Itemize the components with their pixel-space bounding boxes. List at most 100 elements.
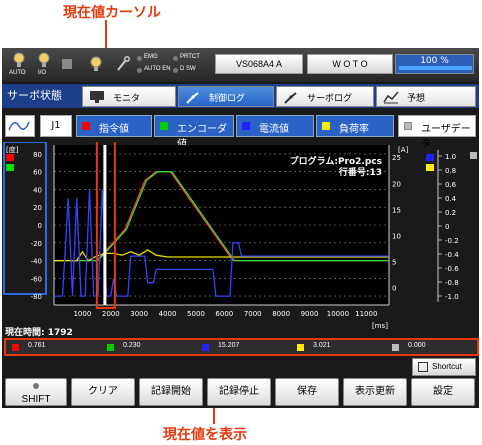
stop-square-icon xyxy=(62,59,72,69)
plot-frame xyxy=(3,142,477,306)
right-tick-label: 0 xyxy=(445,223,449,231)
value-swatch xyxy=(297,344,304,351)
record-stop-button[interactable]: 記録停止 xyxy=(207,378,271,406)
series-swatch xyxy=(322,122,330,130)
page-title: サーボ状態 xyxy=(7,90,62,102)
value-swatch xyxy=(12,344,19,351)
right-tick-label: 0.6 xyxy=(445,181,457,189)
x-tick-label: 7000 xyxy=(244,310,262,318)
x-tick-label: 10000 xyxy=(327,310,349,318)
robot-model-box[interactable]: VS068A4 A xyxy=(215,54,303,74)
left-tick-label: 80 xyxy=(33,151,42,159)
log-chart[interactable]: 80 60 40 20 0 -20 -40 -60 -80 25 20 15 10 5 0 1.0 0.8 0… xyxy=(2,142,479,334)
annotation-cursor: 現在値カーソル xyxy=(63,5,161,21)
auto-en-led xyxy=(137,68,142,73)
shift-button[interactable]: SHIFT xyxy=(5,378,67,406)
program-annotation: プログラム:Pro2.pcs xyxy=(290,155,382,167)
x-tick-label: 9000 xyxy=(301,310,319,318)
right-tick-label: 0.2 xyxy=(445,209,456,217)
x-tick-label: 1000 xyxy=(73,310,91,318)
current-values-row: 0.761 0.230 15.207 3.021 0.000 xyxy=(4,338,479,356)
left-axis: 80 60 40 20 0 -20 -40 -60 -80 xyxy=(31,151,42,301)
mid-tick-label: 20 xyxy=(392,180,401,188)
right-tick-label: -0.6 xyxy=(445,265,459,273)
monitor-icon xyxy=(90,91,104,103)
right-tick-label: -1.0 xyxy=(445,293,459,301)
waveform-icon xyxy=(8,121,30,131)
value-swatch xyxy=(202,344,209,351)
left-tick-label: -80 xyxy=(31,293,42,301)
series-command[interactable]: 指令値 xyxy=(76,115,152,137)
right-unit-label: [A] xyxy=(398,146,409,154)
series-current[interactable]: 電流値 xyxy=(236,115,314,137)
mid-tick-label: 5 xyxy=(392,259,396,267)
io-lamp-icon xyxy=(38,52,50,67)
right-tick-label: 0.4 xyxy=(445,195,457,203)
mid-tick-label: 25 xyxy=(392,154,401,162)
x-axis: 1000 2000 3000 4000 5000 6000 7000 8000 9000 1000… xyxy=(73,310,377,318)
right-tick-label: 0.8 xyxy=(445,167,456,175)
right-tick-label: 1.0 xyxy=(445,153,456,161)
left-tick-label: 20 xyxy=(33,204,42,212)
lamp-icon xyxy=(90,56,102,71)
value-command: 0.761 xyxy=(8,342,103,354)
refresh-display-button[interactable]: 表示更新 xyxy=(343,378,407,406)
x-tick-label: 5000 xyxy=(187,310,205,318)
series-swatch xyxy=(242,122,250,130)
shortcut-icon xyxy=(418,362,428,372)
series-load[interactable]: 負荷率 xyxy=(316,115,394,137)
emg-label: EMG xyxy=(144,54,158,60)
tab-servo-log[interactable]: サーボログ xyxy=(276,86,374,107)
graph-toggle-button[interactable] xyxy=(5,115,35,137)
auto-en-label: AUTO EN xyxy=(144,66,171,72)
x-tick-label: 8000 xyxy=(272,310,290,318)
save-button[interactable]: 保存 xyxy=(275,378,339,406)
series-user-data[interactable]: ユーザデータ xyxy=(398,115,476,150)
current-time-label: 現在時間: 1792 xyxy=(5,328,73,338)
joint-select-button[interactable]: J1 xyxy=(40,115,72,137)
x-tick-label: 6000 xyxy=(215,310,233,318)
trend-chart-icon xyxy=(383,91,399,104)
x-tick-label: 4000 xyxy=(159,310,177,318)
robot-arm-icon xyxy=(284,92,297,104)
speed-percent-text: 100 % xyxy=(420,56,449,66)
mid-tick-label: 0 xyxy=(392,285,396,293)
tab-row: サーボ状態 モニタ 制御ログ サーボログ 予想 xyxy=(2,84,479,108)
shortcut-button[interactable]: Shortcut xyxy=(412,358,476,376)
auto-label: AUTO xyxy=(9,70,26,76)
clear-button[interactable]: クリア xyxy=(71,378,135,406)
tab-monitor[interactable]: モニタ xyxy=(82,86,176,107)
value-swatch xyxy=(392,344,399,351)
record-start-button[interactable]: 記録開始 xyxy=(139,378,203,406)
pendant-screen: AUTO I/O EMG PRTCT AUTO EN D SW VS068A4 … xyxy=(2,48,479,408)
x-tick-label: 2000 xyxy=(102,310,120,318)
speed-percent-box[interactable]: 100 % xyxy=(395,54,474,74)
left-tick-label: -60 xyxy=(31,275,42,283)
mid-tick-label: 10 xyxy=(392,232,401,240)
mid-tick-label: 15 xyxy=(392,206,401,214)
tab-forecast[interactable]: 予想 xyxy=(376,86,476,107)
speed-percent-bar xyxy=(399,66,472,70)
series-encoder[interactable]: エンコーダ値 xyxy=(154,115,234,150)
x-tick-label: 11000 xyxy=(355,310,377,318)
wrench-icon xyxy=(117,56,130,71)
value-user-data: 0.000 xyxy=(388,342,482,354)
settings-button[interactable]: 設定 xyxy=(411,378,475,406)
series-swatch xyxy=(82,122,90,130)
robot-arm-icon xyxy=(186,92,199,104)
left-tick-label: -20 xyxy=(31,240,42,248)
tab-control-log[interactable]: 制御ログ xyxy=(178,86,274,107)
middle-axis: 25 20 15 10 5 0 xyxy=(392,154,401,292)
left-tick-label: 40 xyxy=(33,186,42,194)
current-time-row: 現在時間: 1792 xyxy=(2,325,479,338)
prtct-led xyxy=(173,56,178,61)
program-box[interactable]: W O T O xyxy=(307,54,393,74)
left-tick-label: -40 xyxy=(31,258,42,266)
value-encoder: 0.230 xyxy=(103,342,198,354)
value-swatch xyxy=(107,344,114,351)
right-axis: 1.0 0.8 0.6 0.4 0.2 0 -0.2 -0.4 -0.6 -0.8 -1.0 xyxy=(438,153,459,301)
io-label: I/O xyxy=(38,70,47,76)
emg-led xyxy=(137,56,142,61)
dsw-led xyxy=(173,68,178,73)
annotation-values: 現在値を表示 xyxy=(163,427,247,443)
